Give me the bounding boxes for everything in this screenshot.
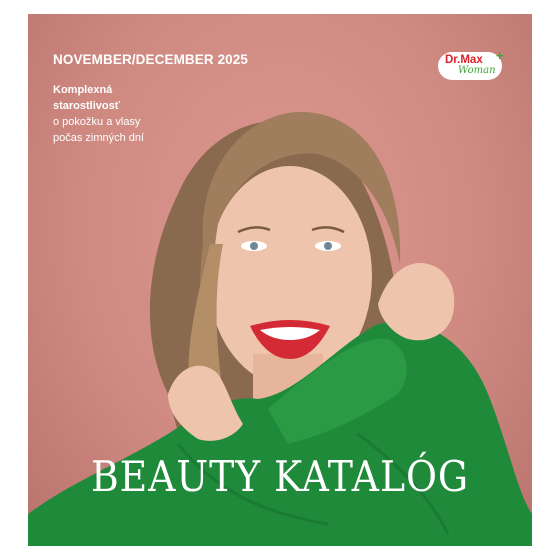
issue-date: NOVEMBER/DECEMBER 2025 xyxy=(53,52,248,67)
tagline-line-4: počas zimných dní xyxy=(53,132,145,144)
catalog-cover: NOVEMBER/DECEMBER 2025 Komplexná starost… xyxy=(28,14,532,546)
tagline: Komplexná starostlivosť o pokožku a vlas… xyxy=(53,82,144,146)
drmax-woman-logo: Dr.Max + Woman xyxy=(438,48,508,82)
logo-plus-icon: + xyxy=(496,48,504,63)
tagline-line-3: o pokožku a vlasy xyxy=(53,116,141,128)
tagline-line-2: starostlivosť xyxy=(53,100,121,112)
catalog-title: BEAUTY KATALÓG xyxy=(91,452,469,501)
logo-sub: Woman xyxy=(458,65,496,76)
tagline-line-1: Komplexná xyxy=(53,84,113,96)
